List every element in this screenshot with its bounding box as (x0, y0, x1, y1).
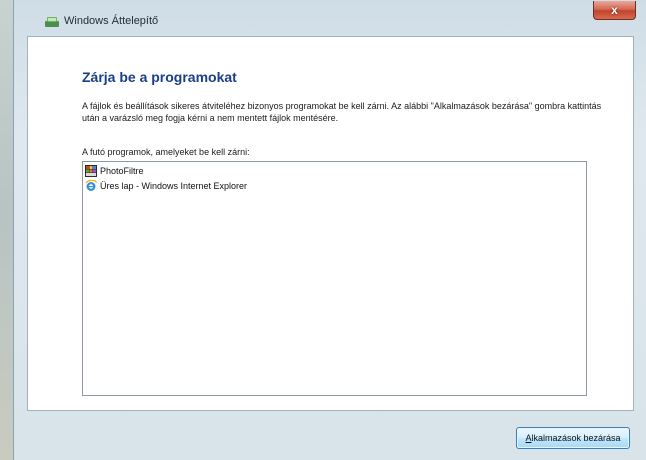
program-list-label: A futó programok, amelyeket be kell zárn… (82, 147, 250, 157)
list-item[interactable]: Üres lap - Windows Internet Explorer (85, 179, 247, 193)
window-title: Windows Áttelepítő (64, 15, 159, 27)
footer-bar: Alkalmazások bezárása (14, 411, 646, 460)
migration-wizard-window: Windows Áttelepítő x Zárja be a programo… (13, 0, 646, 460)
page-description: A fájlok és beállítások sikeres átvitelé… (82, 101, 602, 123)
wizard-content: Zárja be a programokat A fájlok és beáll… (27, 36, 634, 411)
page-title: Zárja be a programokat (82, 69, 237, 85)
list-item-label: PhotoFiltre (100, 166, 144, 176)
close-button[interactable]: x (593, 1, 636, 20)
close-applications-label: lkalmazások bezárása (531, 433, 621, 443)
photofiltre-icon (85, 165, 97, 177)
list-item[interactable]: PhotoFiltre (85, 164, 144, 178)
title-bar[interactable]: Windows Áttelepítő x (14, 0, 646, 36)
internet-explorer-icon (85, 180, 97, 191)
running-programs-list[interactable]: PhotoFiltre Üres lap - Windows Internet … (82, 161, 587, 396)
close-icon: x (611, 3, 618, 17)
migration-app-icon (45, 17, 59, 27)
close-applications-button[interactable]: Alkalmazások bezárása (516, 427, 630, 449)
list-item-label: Üres lap - Windows Internet Explorer (100, 181, 248, 191)
